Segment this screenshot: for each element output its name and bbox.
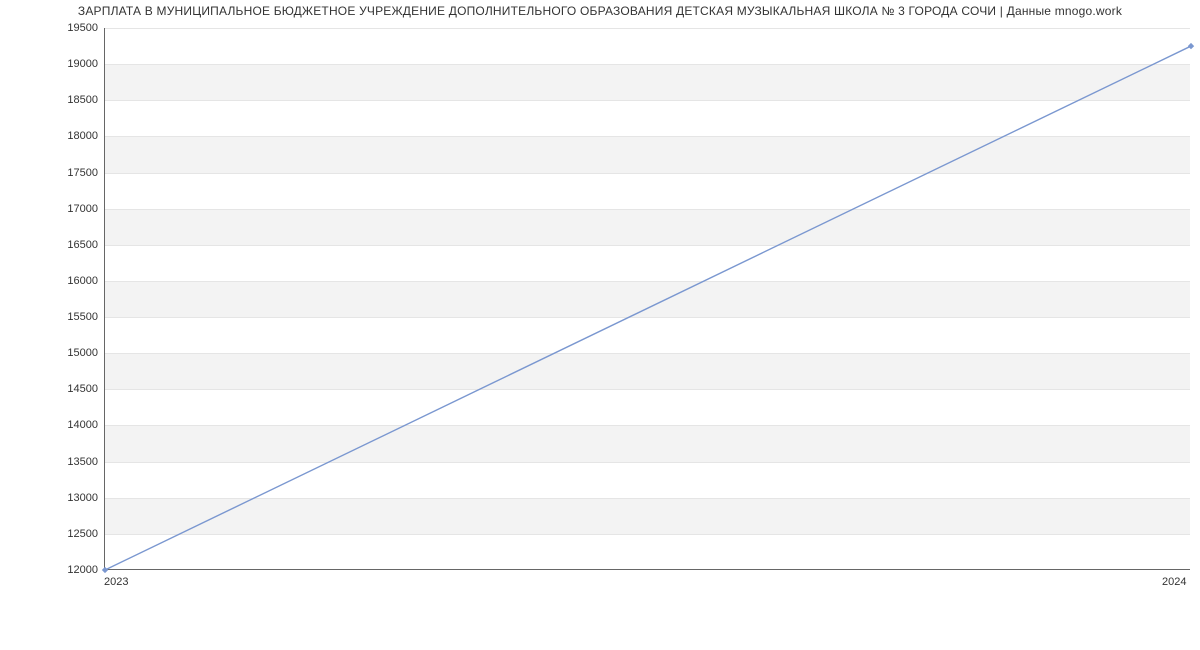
y-tick-label: 16500	[50, 239, 98, 251]
y-tick-label: 15500	[50, 311, 98, 323]
y-tick-label: 13000	[50, 492, 98, 504]
y-tick-label: 19500	[50, 22, 98, 34]
y-tick-label: 14500	[50, 383, 98, 395]
chart-area: 12000 12500 13000 13500 14000 14500 15000 15500…	[50, 28, 1190, 598]
y-tick-label: 18500	[50, 94, 98, 106]
data-marker	[102, 567, 108, 573]
x-tick-label: 2023	[104, 576, 128, 588]
y-tick-label: 18000	[50, 130, 98, 142]
y-tick-label: 17000	[50, 203, 98, 215]
y-tick-label: 12500	[50, 528, 98, 540]
x-tick-label: 2024	[1162, 576, 1186, 588]
data-line	[105, 46, 1191, 570]
plot-area	[104, 28, 1190, 570]
y-tick-label: 14000	[50, 419, 98, 431]
y-tick-label: 17500	[50, 167, 98, 179]
y-tick-label: 16000	[50, 275, 98, 287]
line-layer	[105, 28, 1190, 569]
y-tick-label: 13500	[50, 456, 98, 468]
data-marker	[1188, 43, 1194, 49]
y-tick-label: 12000	[50, 564, 98, 576]
y-tick-label: 19000	[50, 58, 98, 70]
y-tick-label: 15000	[50, 347, 98, 359]
chart-title: ЗАРПЛАТА В МУНИЦИПАЛЬНОЕ БЮДЖЕТНОЕ УЧРЕЖ…	[0, 4, 1200, 18]
